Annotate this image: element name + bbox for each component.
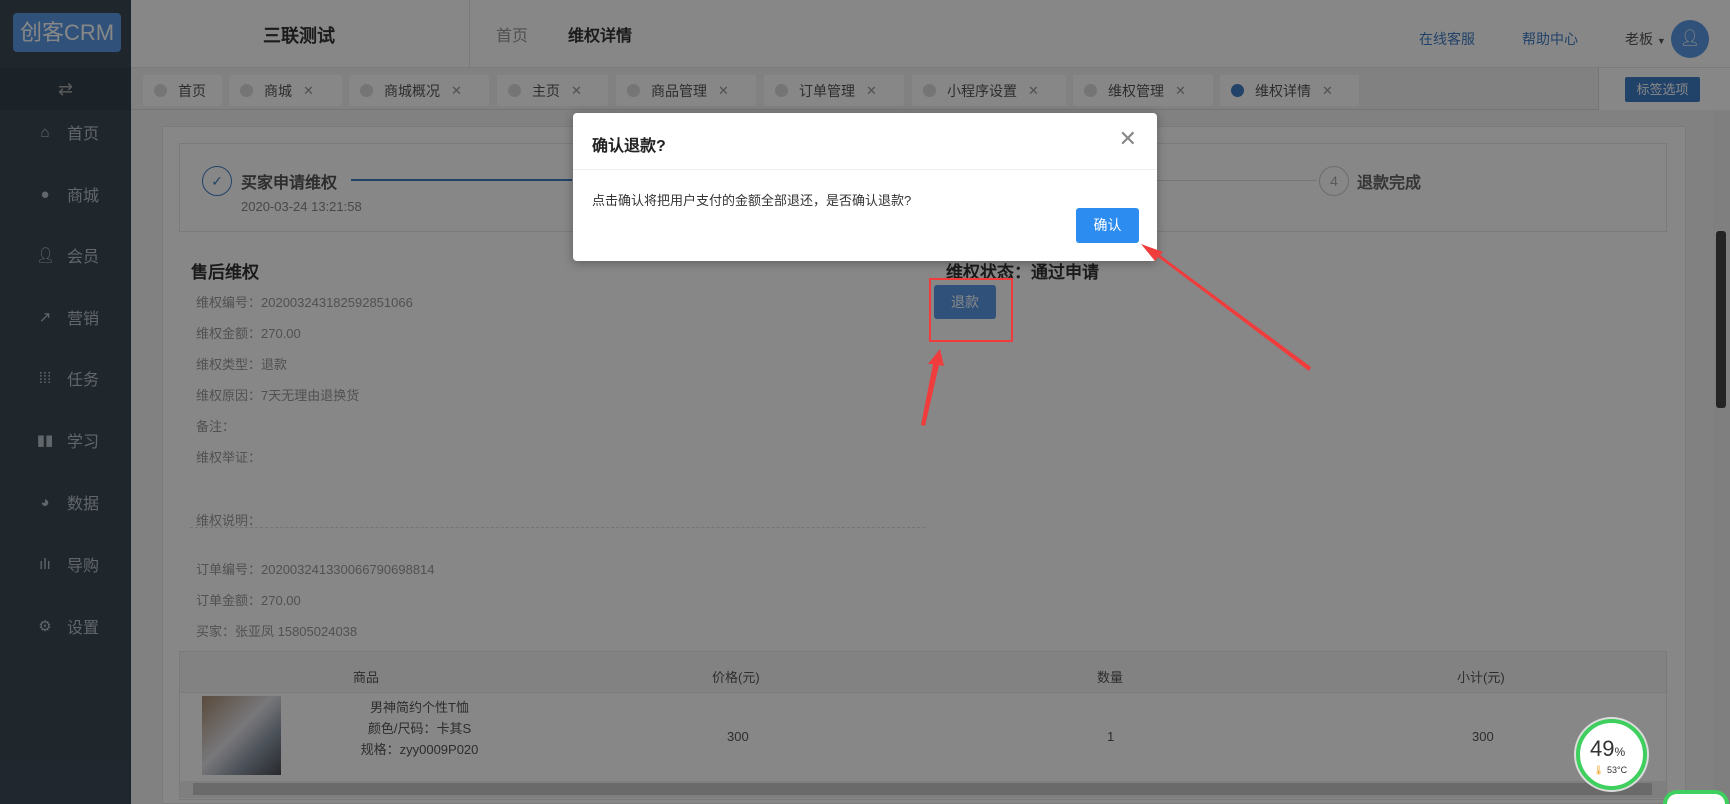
page: 创客CRM ⇄ ⌂ 首页 ● 商城 👤︎ 会员 ↗ 营销 ⁞⁞⁞ 任务 ▮▮ 学习 ◕ 数据 …: [0, 0, 1730, 804]
cpu-percent: 49: [1590, 736, 1615, 761]
annotation-arrows: [921, 244, 1311, 426]
thermometer-icon: 🌡︎: [1593, 765, 1605, 775]
performance-widget[interactable]: 49% 🌡︎ 53°C: [1576, 719, 1647, 790]
percent-unit: %: [1614, 745, 1626, 759]
arrow-to-refund: [921, 349, 944, 426]
widget-percent: 49%: [1590, 736, 1625, 762]
widget-temp: 🌡︎ 53°C: [1593, 765, 1627, 776]
temperature: 53°C: [1606, 765, 1628, 775]
secondary-widget[interactable]: [1663, 790, 1729, 804]
arrow-to-confirm: [1141, 244, 1311, 371]
